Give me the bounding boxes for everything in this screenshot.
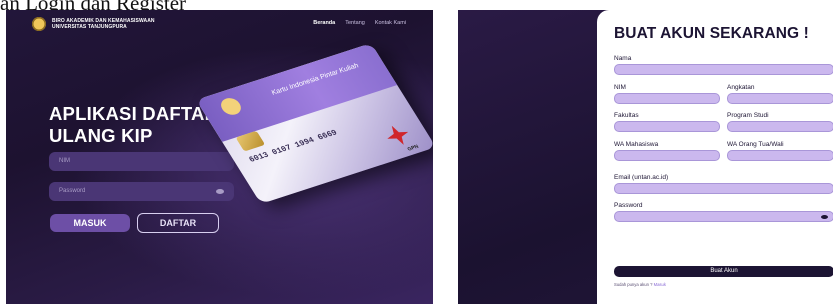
register-title: BUAT AKUN SEKARANG ! bbox=[614, 25, 809, 42]
show-password-eye-icon[interactable] bbox=[821, 215, 828, 219]
label-wa-orang-tua: WA Orang Tua/Wali bbox=[727, 141, 784, 148]
password-input[interactable]: Password bbox=[49, 182, 234, 201]
nav-link-kontak[interactable]: Kontak Kami bbox=[375, 20, 406, 26]
label-email: Email (untan.ac.id) bbox=[614, 174, 669, 181]
program-studi-input[interactable] bbox=[727, 121, 833, 132]
label-nama: Nama bbox=[614, 55, 632, 62]
kip-card: Kartu Indonesia Pintar Kuliah 6013 0107 … bbox=[196, 43, 433, 204]
nim-placeholder: NIM bbox=[59, 158, 70, 164]
title-line-2: ULANG KIP bbox=[49, 125, 153, 146]
nim-input[interactable] bbox=[614, 93, 720, 104]
brand-line-1: BIRO AKADEMIK DAN KEMAHASISWAAN bbox=[52, 17, 155, 24]
label-password: Password bbox=[614, 202, 643, 209]
login-button[interactable]: MASUK bbox=[50, 214, 130, 232]
card-band bbox=[196, 43, 398, 142]
label-angkatan: Angkatan bbox=[727, 84, 755, 91]
nav-menu: Beranda Tentang Kontak Kami bbox=[313, 20, 406, 26]
page-title: APLIKASI DAFTAR ULANG KIP bbox=[49, 103, 218, 147]
register-form: BUAT AKUN SEKARANG ! Nama NIM Angkatan F… bbox=[597, 10, 833, 304]
fakultas-input[interactable] bbox=[614, 121, 720, 132]
nama-input[interactable] bbox=[614, 64, 833, 75]
password-placeholder: Password bbox=[59, 188, 86, 194]
login-prompt: Sudah punya akun ? Masuk bbox=[614, 282, 666, 287]
login-prompt-text: Sudah punya akun ? bbox=[614, 282, 653, 287]
label-program-studi: Program Studi bbox=[727, 112, 769, 119]
create-account-button[interactable]: Buat Akun bbox=[614, 266, 833, 277]
angkatan-input[interactable] bbox=[727, 93, 833, 104]
show-password-eye-icon[interactable] bbox=[216, 189, 224, 194]
gpn-logo-icon bbox=[381, 122, 414, 148]
label-fakultas: Fakultas bbox=[614, 112, 639, 119]
brand-line-2: UNIVERSITAS TANJUNGPURA bbox=[52, 23, 127, 30]
top-navbar: BIRO AKADEMIK DAN KEMAHASISWAAN UNIVERSI… bbox=[6, 10, 433, 37]
login-link[interactable]: Masuk bbox=[654, 282, 666, 287]
register-button[interactable]: DAFTAR bbox=[137, 213, 219, 233]
university-logo-icon bbox=[32, 16, 46, 31]
login-screen: BIRO AKADEMIK DAN KEMAHASISWAAN UNIVERSI… bbox=[6, 10, 433, 304]
brand-name: BIRO AKADEMIK DAN KEMAHASISWAAN UNIVERSI… bbox=[52, 18, 155, 30]
kip-card-image: Kartu Indonesia Pintar Kuliah 6013 0107 … bbox=[196, 43, 433, 204]
nav-link-beranda[interactable]: Beranda bbox=[313, 20, 335, 26]
card-number: 6013 0107 1994 6669 bbox=[247, 128, 340, 165]
label-nim: NIM bbox=[614, 84, 626, 91]
password-input[interactable] bbox=[614, 211, 833, 222]
nav-link-tentang[interactable]: Tentang bbox=[345, 20, 365, 26]
wa-orang-tua-input[interactable] bbox=[727, 150, 833, 161]
label-wa-mahasiswa: WA Mahasiswa bbox=[614, 141, 659, 148]
wa-mahasiswa-input[interactable] bbox=[614, 150, 720, 161]
nim-input[interactable]: NIM bbox=[49, 152, 234, 171]
title-line-1: APLIKASI DAFTAR bbox=[49, 103, 219, 124]
email-input[interactable] bbox=[614, 183, 833, 194]
gpn-label: GPN bbox=[406, 143, 421, 153]
